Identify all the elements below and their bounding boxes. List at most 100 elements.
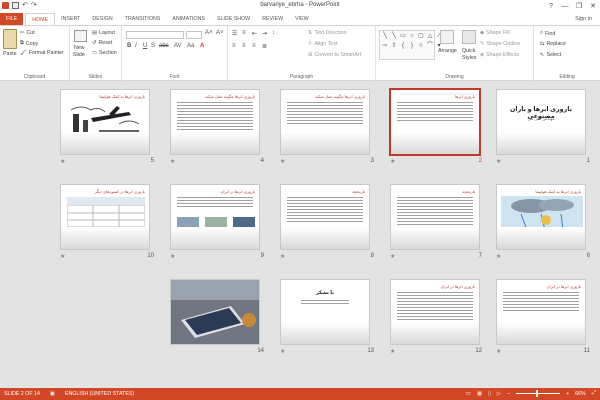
cut-button[interactable]: ✂ Cut (20, 30, 35, 36)
shapes-gallery[interactable]: ╲ ╲ ▭ ○ ▢ △ ∕ ⇨ ⇧ { } ☆ ⌒ ▾ (379, 30, 441, 60)
slide-thumbnail-9[interactable]: بارورى ابرها در ایران (170, 184, 260, 250)
shape-effects-button[interactable]: ◈ Shape Effects (480, 52, 519, 58)
shape-outline-button[interactable]: ✎ Shape Outline (480, 41, 520, 47)
slide-thumbnail-8[interactable]: تاریخچه (280, 184, 370, 250)
character-spacing-button[interactable]: AV (174, 43, 182, 49)
minimize-button[interactable]: — (558, 0, 572, 12)
transition-star-icon[interactable]: ★ (390, 253, 395, 260)
numbering-icon[interactable]: ≡ (242, 30, 246, 36)
shape-fill-button[interactable]: ◆ Shape Fill (480, 30, 510, 36)
brace-shape-icon[interactable]: { (399, 42, 407, 51)
slide-sorter-view-icon[interactable]: ▦ (477, 391, 482, 397)
rect-shape-icon[interactable]: ▢ (417, 32, 425, 41)
transition-star-icon[interactable]: ★ (280, 253, 285, 260)
slide-thumbnail-5[interactable]: بارورى ابرها به کمک هواپیما (60, 89, 150, 155)
tab-home[interactable]: HOME (25, 13, 56, 25)
copy-button[interactable]: ⧉ Copy (20, 40, 38, 47)
slide-thumbnail-6[interactable]: بارورى ابرها به کمک هواپیما (496, 184, 586, 250)
transition-star-icon[interactable]: ★ (280, 158, 285, 165)
restore-button[interactable]: ❐ (572, 0, 586, 12)
transition-star-icon[interactable]: ★ (280, 348, 285, 355)
triangle-shape-icon[interactable]: △ (426, 32, 434, 41)
align-right-icon[interactable]: ≡ (252, 43, 256, 49)
section-button[interactable]: ▭ Section (92, 50, 117, 56)
oval-shape-icon[interactable]: ○ (408, 32, 416, 41)
quick-styles-button-line2[interactable]: Styles (462, 55, 476, 61)
select-button[interactable]: ↖ Select (540, 52, 561, 58)
line-spacing-icon[interactable]: ↕ (272, 30, 275, 36)
transition-star-icon[interactable]: ★ (496, 158, 501, 165)
tab-view[interactable]: VIEW (289, 13, 315, 25)
quick-styles-icon[interactable] (462, 30, 476, 44)
bullets-icon[interactable]: ☰ (232, 30, 237, 37)
font-name-select[interactable] (126, 31, 184, 39)
transition-star-icon[interactable]: ★ (170, 253, 175, 260)
shadow-button[interactable]: S (151, 43, 155, 49)
transition-star-icon[interactable]: ★ (60, 158, 65, 165)
slide-show-view-icon[interactable]: ▷ (497, 391, 501, 397)
zoom-in-button[interactable]: + (566, 391, 569, 397)
align-left-icon[interactable]: ≡ (232, 43, 236, 49)
change-case-button[interactable]: Aa (187, 43, 194, 49)
shrink-font-icon[interactable]: A˅ (216, 30, 224, 36)
rectangle-shape-icon[interactable]: ▭ (399, 32, 407, 41)
slide-thumbnail-12[interactable]: بارورى ابرها در ایران (390, 279, 480, 345)
text-direction-button[interactable]: ⇅ Text Direction (308, 30, 347, 36)
arrow-shape-icon[interactable]: ⇧ (390, 42, 398, 51)
transition-star-icon[interactable]: ★ (496, 253, 501, 260)
fit-to-window-icon[interactable]: ⤢ (592, 390, 596, 397)
italic-button[interactable]: I (135, 43, 137, 49)
reset-button[interactable]: ↺ Reset (92, 40, 112, 46)
grow-font-icon[interactable]: A˄ (205, 30, 213, 36)
arrange-icon[interactable] (440, 30, 454, 44)
slide-thumbnail-1[interactable]: بارورى ابرها و باران مصنوعى مهندس علی نب… (496, 89, 586, 155)
quick-styles-button[interactable]: Quick (462, 48, 476, 54)
align-text-button[interactable]: ⇳ Align Text (308, 41, 337, 47)
layout-button[interactable]: ▤ Layout (92, 30, 115, 36)
paste-button[interactable]: Paste (3, 51, 17, 57)
increase-indent-icon[interactable]: ⇥ (262, 30, 267, 37)
line-shape-icon[interactable]: ╲ (390, 32, 398, 41)
format-painter-button[interactable]: 🖌 Format Painter (20, 50, 64, 56)
convert-smartart-button[interactable]: ⊞ Convert to SmartArt (308, 52, 361, 58)
language-indicator[interactable]: ENGLISH (UNITED STATES) (65, 391, 134, 397)
arrange-button[interactable]: Arrange (438, 48, 457, 54)
curve-shape-icon[interactable]: ⌒ (426, 42, 434, 51)
help-icon[interactable]: ? (544, 0, 558, 12)
reading-view-icon[interactable]: ▯ (488, 391, 491, 397)
slide-thumbnail-7[interactable]: تاریخچه (390, 184, 480, 250)
tab-insert[interactable]: INSERT (55, 13, 86, 25)
sign-in-link[interactable]: Sign in (575, 13, 592, 25)
justify-icon[interactable]: ≣ (262, 43, 267, 50)
slide-thumbnail-13[interactable]: با تشکر (280, 279, 370, 345)
line-shape-icon[interactable]: ╲ (381, 32, 389, 41)
transition-star-icon[interactable]: ★ (60, 253, 65, 260)
slide-thumbnail-3[interactable]: بارورى ابرها چگونه عمل میکند (280, 89, 370, 155)
transition-star-icon[interactable]: ★ (390, 158, 395, 165)
font-size-select[interactable] (186, 31, 202, 39)
bold-button[interactable]: B (127, 43, 131, 49)
transition-star-icon[interactable]: ★ (390, 348, 395, 355)
slide-thumbnail-4[interactable]: بارورى ابرها چگونه عمل میکند (170, 89, 260, 155)
paste-icon[interactable] (3, 29, 17, 49)
strikethrough-button[interactable]: abc (159, 43, 169, 49)
slide-thumbnail-11[interactable]: بارورى ابرها در ایران (496, 279, 586, 345)
new-slide-icon[interactable] (74, 30, 87, 42)
tab-animations[interactable]: ANIMATIONS (166, 13, 211, 25)
zoom-out-button[interactable]: − (507, 391, 510, 397)
tab-design[interactable]: DESIGN (86, 13, 118, 25)
close-button[interactable]: ✕ (586, 0, 600, 12)
star-shape-icon[interactable]: ☆ (417, 42, 425, 51)
slide-thumbnail-14[interactable]: بارورى ابرها (170, 279, 260, 345)
underline-button[interactable]: U (143, 43, 147, 49)
slide-thumbnail-2[interactable]: بارورى ابرها (389, 88, 481, 156)
normal-view-icon[interactable]: ▭ (466, 391, 471, 397)
find-button[interactable]: ⌕ Find (540, 30, 555, 37)
new-slide-button-line2[interactable]: Slide (73, 52, 85, 58)
replace-button[interactable]: ⇆ Replace (540, 41, 566, 47)
tab-slide-show[interactable]: SLIDE SHOW (211, 13, 256, 25)
decrease-indent-icon[interactable]: ⇤ (252, 30, 257, 37)
transition-star-icon[interactable]: ★ (170, 158, 175, 165)
proofing-icon[interactable]: ▣ (50, 391, 55, 397)
tab-transitions[interactable]: TRANSITIONS (119, 13, 167, 25)
